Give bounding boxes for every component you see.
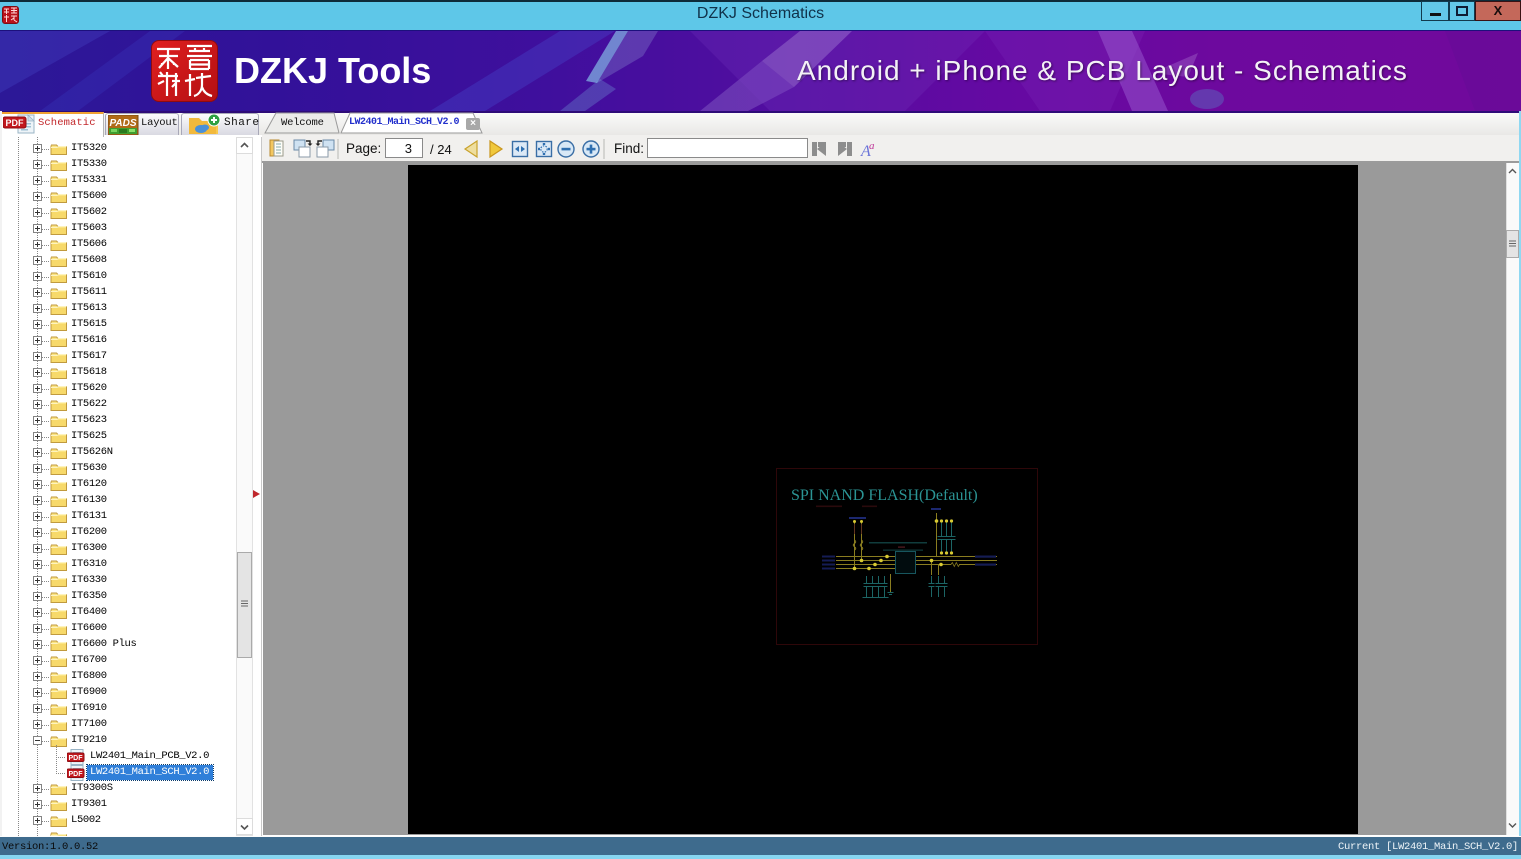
- svg-text:SPI NAND FLASH(Default): SPI NAND FLASH(Default): [791, 487, 978, 504]
- svg-text:a: a: [869, 140, 875, 152]
- svg-text:PDF: PDF: [69, 755, 84, 762]
- svg-text:PDF: PDF: [6, 118, 25, 128]
- svg-text:PADS: PADS: [109, 118, 136, 129]
- svg-text:PDF: PDF: [69, 771, 84, 778]
